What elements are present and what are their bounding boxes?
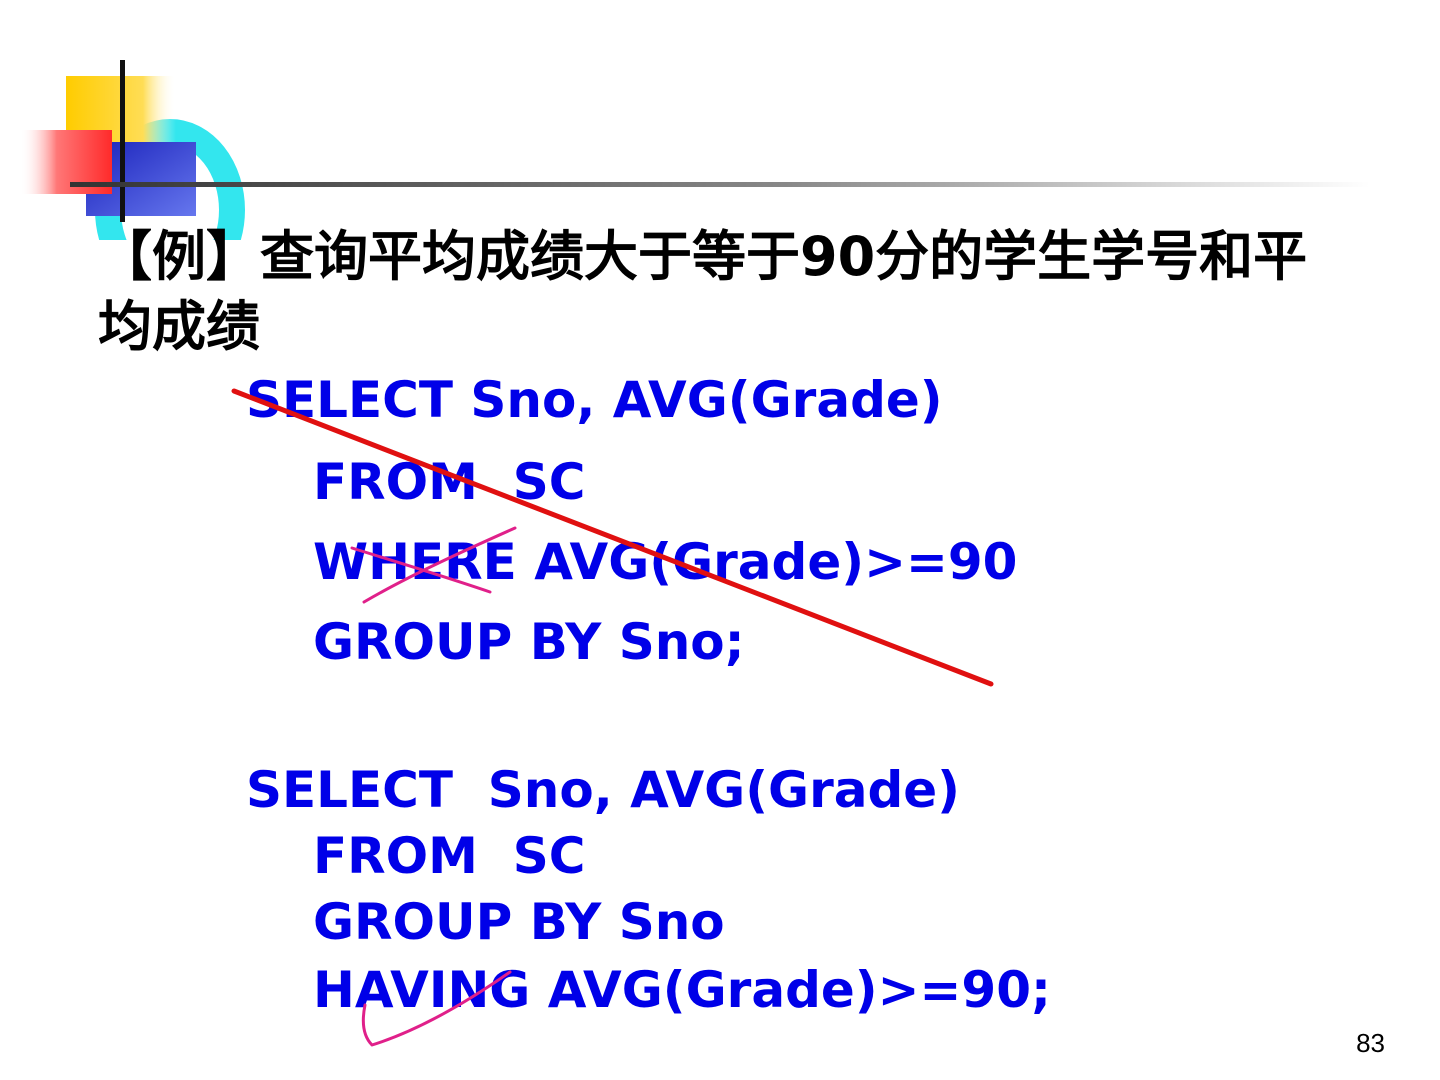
wrong-query-line-2: FROM SC bbox=[313, 453, 586, 511]
title-number: 90 bbox=[800, 225, 876, 288]
title-prefix: 【例】查询平均成绩大于等于 bbox=[98, 225, 800, 288]
title-line-2: 均成绩 bbox=[98, 295, 260, 358]
title-line-1: 【例】查询平均成绩大于等于90分的学生学号和平 bbox=[98, 222, 1398, 292]
wrong-query-line-3: WHERE AVG(Grade)>=90 bbox=[313, 533, 1018, 591]
page-number: 83 bbox=[1356, 1028, 1385, 1058]
wrong-query-line-4: GROUP BY Sno; bbox=[313, 613, 745, 671]
wrong-query-line-1: SELECT Sno, AVG(Grade) bbox=[246, 371, 943, 429]
correct-query-line-1: SELECT Sno, AVG(Grade) bbox=[246, 761, 961, 819]
slide-title: 【例】查询平均成绩大于等于90分的学生学号和平 均成绩 bbox=[98, 222, 1398, 362]
correct-query-line-2: FROM SC bbox=[313, 827, 586, 885]
correct-query-line-4: HAVING AVG(Grade)>=90; bbox=[313, 961, 1051, 1019]
correct-query-line-3: GROUP BY Sno bbox=[313, 893, 725, 951]
header-rule bbox=[70, 182, 1370, 187]
logo-vertical-line bbox=[120, 60, 125, 222]
slide-logo bbox=[20, 60, 1370, 240]
title-suffix: 分的学生学号和平 bbox=[875, 225, 1308, 288]
